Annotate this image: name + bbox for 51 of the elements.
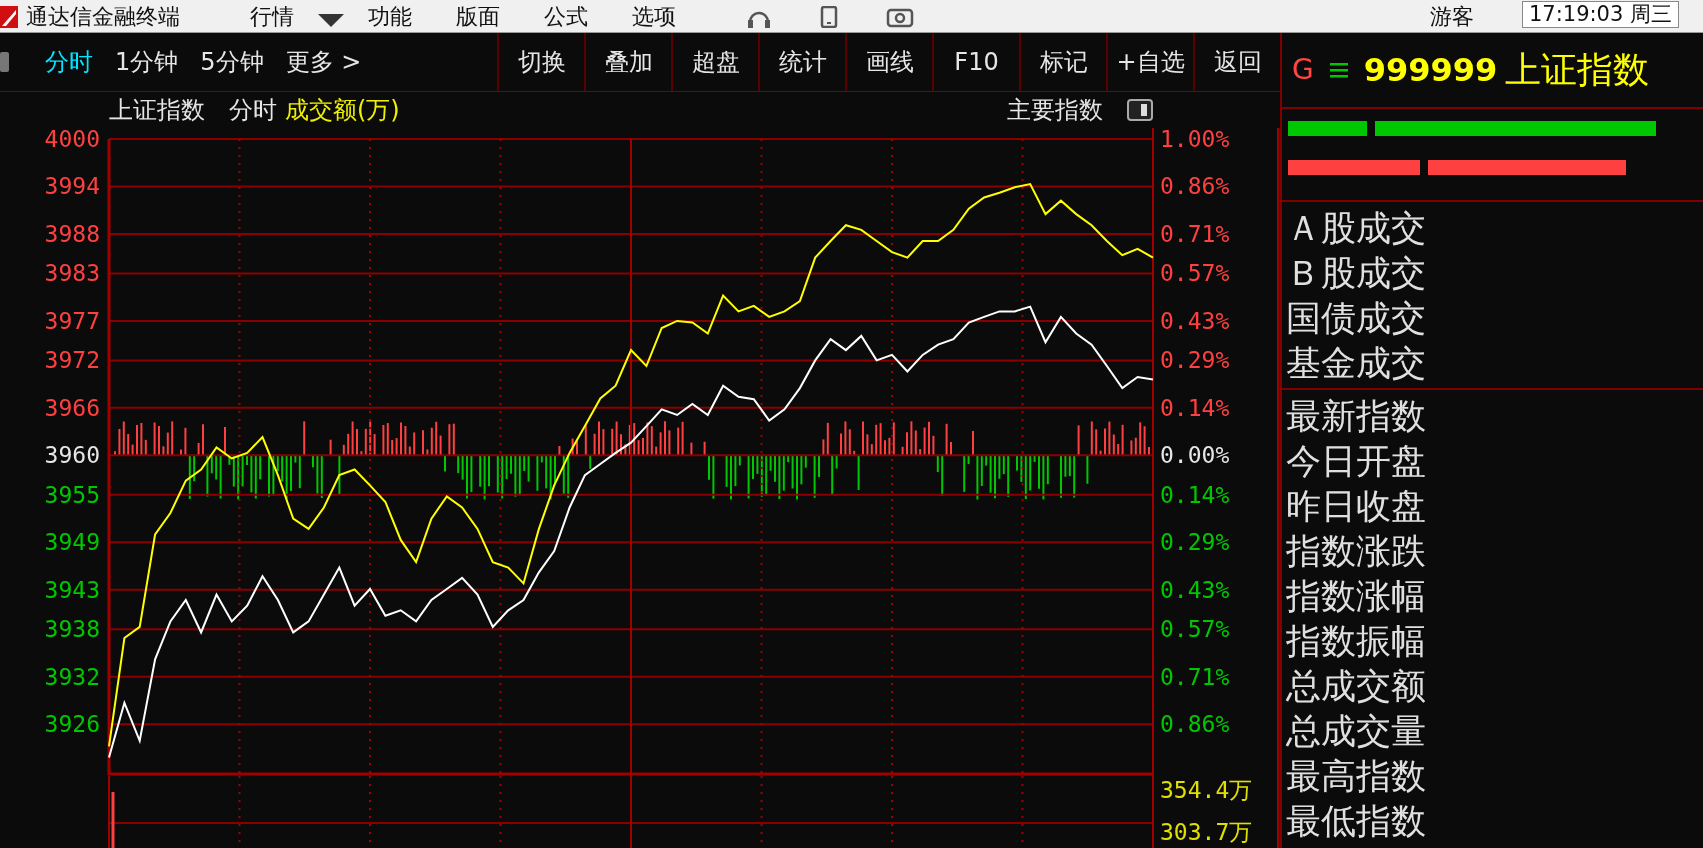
clock-text: 17:19:03 周三 — [1522, 1, 1679, 28]
window-title: 通达信金融终端 — [26, 6, 180, 28]
axis-label: 0.14% — [1160, 394, 1230, 421]
field-label: 基金成交 — [1285, 342, 1427, 385]
axis-label: 3977 — [44, 307, 100, 334]
field-label: 总成交额 — [1285, 665, 1427, 708]
axis-label: 0.57% — [1160, 616, 1230, 643]
axis-label: 0.43% — [1160, 307, 1230, 334]
axis-label: 303.7万 — [1160, 819, 1253, 845]
axis-label: 3955 — [44, 481, 100, 508]
axis-label: 0.14% — [1160, 481, 1230, 508]
field-label: 最低指数 — [1285, 800, 1427, 843]
field-label: Ａ股成交 — [1285, 207, 1427, 250]
field-label: 国债成交 — [1285, 297, 1427, 340]
field-label: 指数涨幅 — [1285, 575, 1427, 618]
axis-label: 0.71% — [1160, 663, 1230, 690]
axis-label: 354.4万 — [1160, 777, 1253, 803]
axis-label: 3960 — [44, 442, 100, 469]
field-label: 最新指数 — [1285, 395, 1427, 438]
axis-label: 0.86% — [1160, 711, 1230, 738]
axis-label: 4000 — [44, 128, 100, 152]
axis-label: 3949 — [44, 529, 100, 556]
axis-label: 3988 — [44, 220, 100, 247]
axis-label: 0.29% — [1160, 347, 1230, 374]
axis-label: 0.29% — [1160, 529, 1230, 556]
field-label: 指数振幅 — [1285, 620, 1427, 663]
axis-label: 3926 — [44, 711, 100, 738]
axis-label: 0.86% — [1160, 173, 1230, 200]
axis-label: 3943 — [44, 576, 100, 603]
axis-label: 3994 — [44, 173, 100, 200]
axis-label: 3932 — [44, 663, 100, 690]
chart-mode: 分时 — [229, 95, 277, 126]
market-label: G — [1292, 52, 1314, 88]
axis-label: 0.71% — [1160, 220, 1230, 247]
axis-label: 3966 — [44, 394, 100, 421]
stock-code: 999999 — [1363, 50, 1498, 91]
axis-label: 3938 — [44, 616, 100, 643]
field-label: 今日开盘 — [1285, 440, 1427, 483]
field-label: 最高指数 — [1285, 755, 1427, 798]
axis-label: 0.57% — [1160, 260, 1230, 287]
axis-label: 3972 — [44, 347, 100, 374]
stock-name: 上证指数 — [1505, 48, 1650, 92]
axis-label: 3983 — [44, 260, 100, 287]
field-label: 指数涨跌 — [1285, 530, 1427, 573]
field-label: 总成交量 — [1285, 710, 1427, 753]
axis-label: 1.00% — [1160, 128, 1230, 152]
axis-label: 0.43% — [1160, 576, 1230, 603]
field-label: Ｂ股成交 — [1285, 252, 1427, 295]
field-label: 昨日收盘 — [1285, 485, 1427, 528]
chart-title: 上证指数 — [109, 95, 205, 126]
axis-label: 0.00% — [1160, 442, 1230, 469]
